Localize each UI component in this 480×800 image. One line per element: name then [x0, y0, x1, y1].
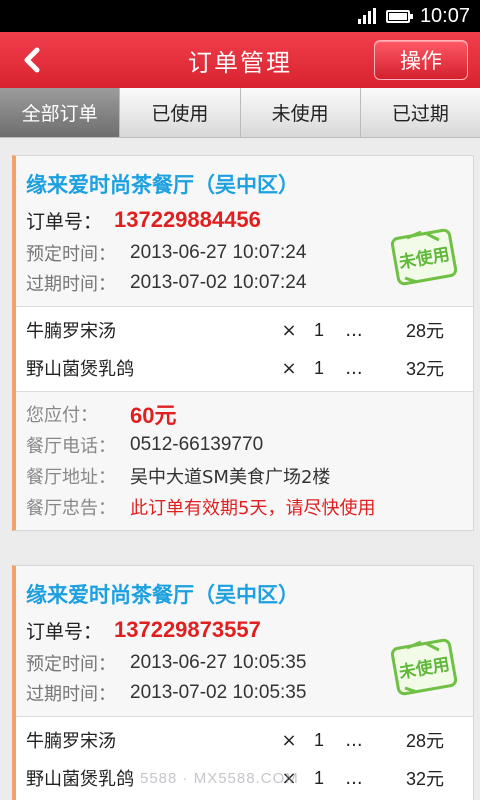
- item-name: 牛腩罗宋汤: [26, 731, 116, 752]
- order-number: 137229873557: [114, 617, 261, 642]
- ellipsis: ...: [345, 357, 363, 379]
- item-name: 野山菌煲乳鸽: [26, 359, 134, 380]
- item-quantity: 1: [313, 767, 324, 788]
- order-number-label: 订单号：: [26, 210, 103, 233]
- item-price: 28元: [405, 731, 444, 751]
- battery-icon: [385, 9, 413, 23]
- phone-row: 餐厅电话： 0512-66139770: [26, 429, 463, 460]
- payment-label: 您应付：: [26, 404, 98, 426]
- order-list: 缘来爱时尚茶餐厅（吴中区） 订单号： 137229884456 预定时间： 20…: [0, 138, 480, 800]
- restaurant-name: 缘来爱时尚茶餐厅（吴中区）: [26, 173, 299, 197]
- notice-label: 餐厅忠告：: [26, 497, 116, 519]
- list-item: 牛腩罗宋汤 × 1 ... 28元: [16, 721, 473, 759]
- status-bar: 10:07: [0, 0, 480, 32]
- payment-row: 您应付： 60元: [26, 398, 463, 429]
- payment-amount: 60元: [130, 402, 177, 428]
- tab-all-orders[interactable]: 全部订单: [0, 88, 121, 137]
- multiply-sign: ×: [281, 319, 297, 341]
- tab-unused[interactable]: 未使用: [241, 88, 361, 137]
- order-card[interactable]: 缘来爱时尚茶餐厅（吴中区） 订单号： 137229873557 预定时间： 20…: [12, 565, 474, 800]
- back-arrow-icon[interactable]: [14, 42, 50, 78]
- booking-time-label: 预定时间：: [26, 244, 116, 265]
- tab-used[interactable]: 已使用: [120, 88, 241, 137]
- item-price: 32元: [405, 359, 444, 379]
- ellipsis: ...: [345, 767, 363, 789]
- phone-label: 餐厅电话：: [26, 435, 116, 457]
- item-quantity: 1: [313, 729, 324, 750]
- multiply-sign: ×: [281, 357, 297, 379]
- list-item: 牛腩罗宋汤 × 1 ... 28元: [16, 311, 473, 349]
- page-title: 订单管理: [188, 48, 292, 77]
- address-row: 餐厅地址： 吴中大道SM美食广场2楼: [26, 460, 463, 491]
- item-price: 28元: [405, 321, 444, 341]
- address-label: 餐厅地址：: [26, 466, 116, 488]
- ellipsis: ...: [345, 729, 363, 751]
- expire-time: 2013-07-02 10:05:35: [130, 682, 307, 703]
- order-filter-tabs: 全部订单 已使用 未使用 已过期: [0, 88, 480, 138]
- restaurant-phone[interactable]: 0512-66139770: [130, 434, 263, 456]
- restaurant-name: 缘来爱时尚茶餐厅（吴中区）: [26, 583, 299, 607]
- order-items: 牛腩罗宋汤 × 1 ... 28元 野山菌煲乳鸽 × 1 ... 32元: [16, 717, 473, 800]
- item-price: 32元: [405, 769, 444, 789]
- list-item: 野山菌煲乳鸽 × 1 ... 32元: [16, 349, 473, 387]
- expire-time-label: 过期时间：: [26, 274, 116, 295]
- notice-row: 餐厅忠告： 此订单有效期5天，请尽快使用: [26, 491, 463, 522]
- order-items: 牛腩罗宋汤 × 1 ... 28元 野山菌煲乳鸽 × 1 ... 32元: [16, 307, 473, 392]
- booking-time: 2013-06-27 10:05:35: [130, 652, 307, 673]
- restaurant-info: 您应付： 60元 餐厅电话： 0512-66139770 餐厅地址： 吴中大道S…: [16, 392, 473, 530]
- booking-time-label: 预定时间：: [26, 654, 116, 675]
- unused-stamp-icon: 未使用: [390, 228, 458, 286]
- restaurant-address: 吴中大道SM美食广场2楼: [130, 466, 331, 488]
- operation-button[interactable]: 操作: [374, 40, 468, 80]
- order-number-label: 订单号：: [26, 620, 103, 643]
- unused-stamp-icon: 未使用: [390, 638, 458, 696]
- item-quantity: 1: [313, 357, 324, 378]
- booking-time: 2013-06-27 10:07:24: [130, 242, 307, 263]
- order-summary: 缘来爱时尚茶餐厅（吴中区） 订单号： 137229884456 预定时间： 20…: [16, 156, 473, 307]
- title-bar: 订单管理 操作: [0, 32, 480, 88]
- item-name: 牛腩罗宋汤: [26, 321, 116, 342]
- multiply-sign: ×: [281, 729, 297, 751]
- order-card[interactable]: 缘来爱时尚茶餐厅（吴中区） 订单号： 137229884456 预定时间： 20…: [12, 155, 474, 531]
- tab-expired[interactable]: 已过期: [361, 88, 480, 137]
- expire-time-label: 过期时间：: [26, 684, 116, 705]
- clock: 10:07: [419, 4, 470, 27]
- watermark: 5588 · MX5588.COM: [140, 770, 299, 787]
- order-number: 137229884456: [114, 207, 261, 232]
- order-summary: 缘来爱时尚茶餐厅（吴中区） 订单号： 137229873557 预定时间： 20…: [16, 566, 473, 717]
- item-quantity: 1: [313, 319, 324, 340]
- signal-icon: [357, 8, 376, 24]
- notice-text: 此订单有效期5天，请尽快使用: [130, 497, 376, 519]
- ellipsis: ...: [345, 319, 363, 341]
- expire-time: 2013-07-02 10:07:24: [130, 272, 307, 293]
